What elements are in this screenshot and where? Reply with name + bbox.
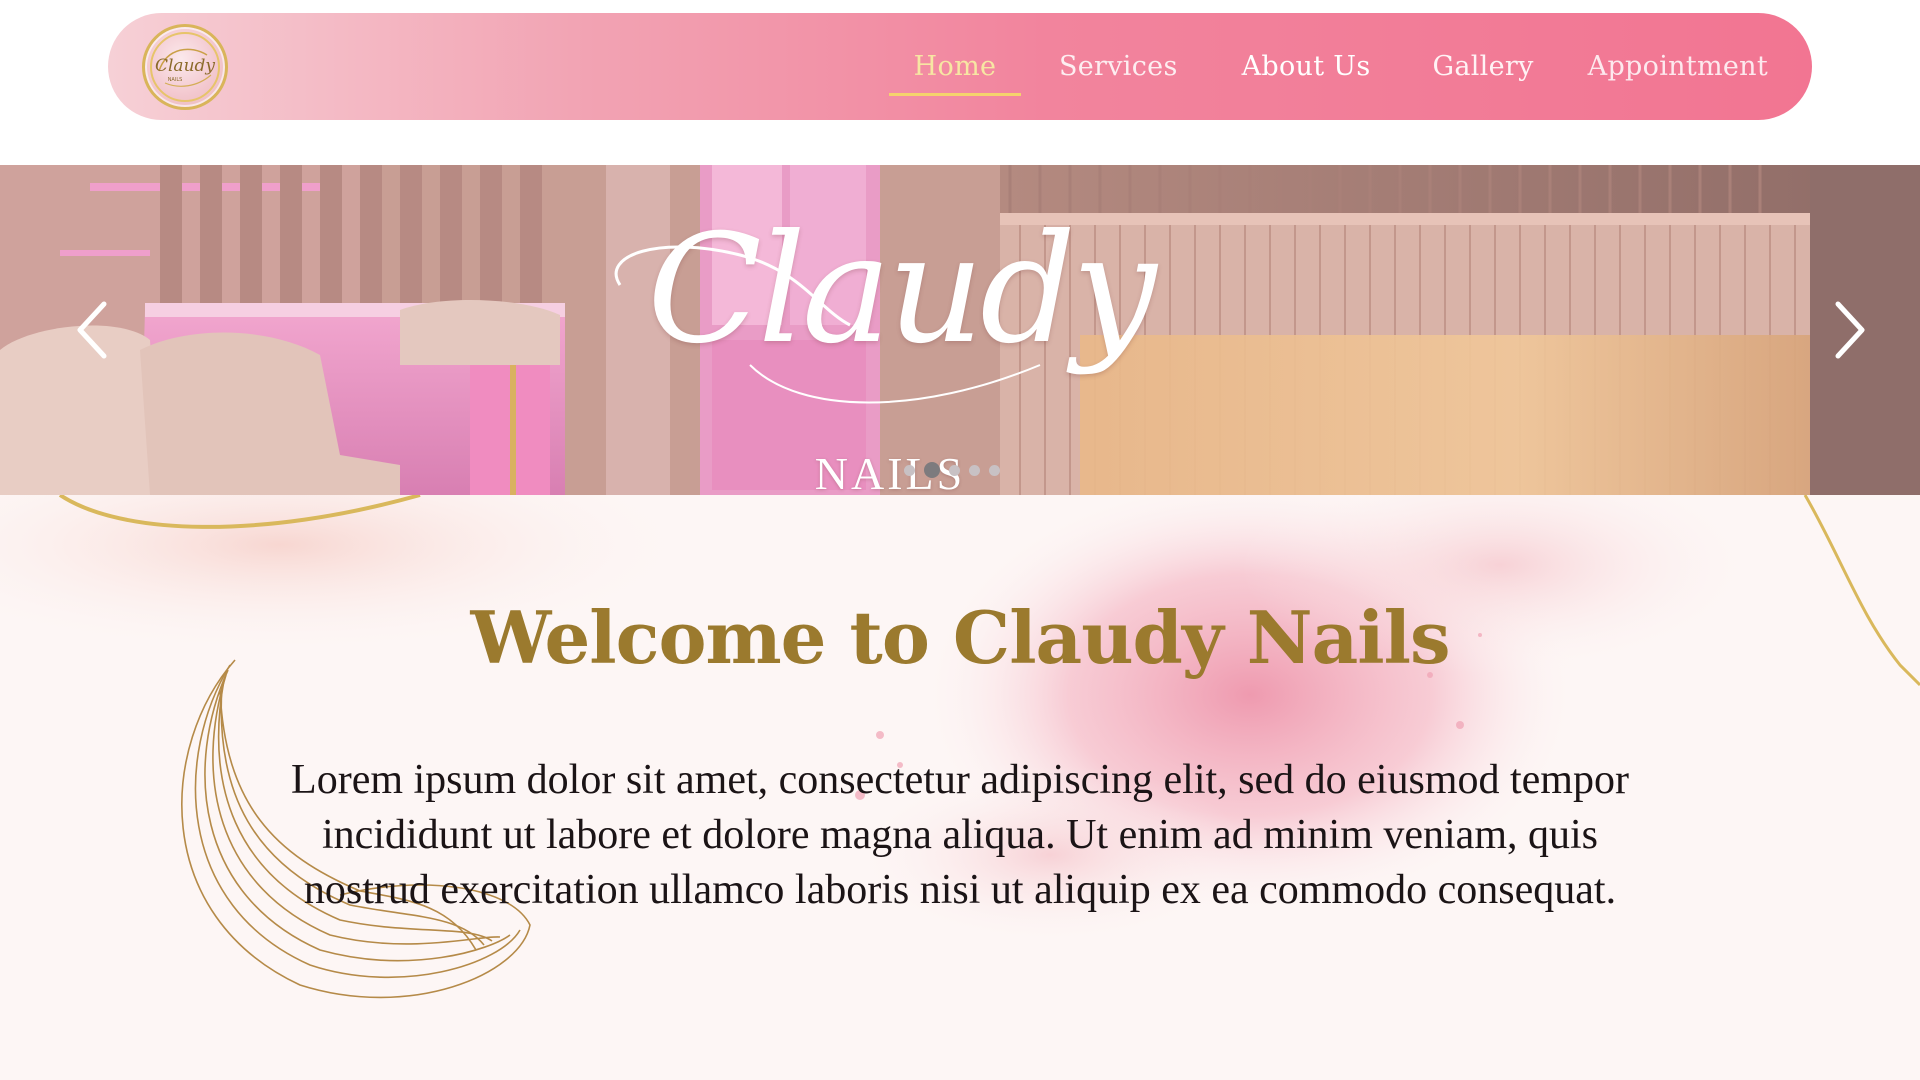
- hero-brand-logo: Claudy NAILS: [600, 215, 1180, 495]
- navbar: Claudy NAILS Home Services About Us Gall…: [108, 13, 1812, 120]
- brand-logo[interactable]: Claudy NAILS: [142, 24, 228, 110]
- carousel-next-button[interactable]: [1828, 293, 1872, 367]
- chevron-left-icon: [77, 301, 107, 359]
- page: Claudy NAILS Home Services About Us Gall…: [0, 0, 1920, 1080]
- nav-home[interactable]: Home: [888, 13, 1021, 120]
- svg-text:Claudy: Claudy: [155, 56, 215, 76]
- chevron-right-icon: [1835, 301, 1865, 359]
- flourish-icon: [614, 245, 1041, 404]
- nav-about-us[interactable]: About Us: [1242, 13, 1371, 120]
- carousel-dot-active[interactable]: [924, 462, 940, 478]
- carousel-indicators: [904, 462, 1000, 478]
- nav-services[interactable]: Services: [1059, 13, 1178, 120]
- logo-emblem-icon: Claudy NAILS: [150, 32, 220, 102]
- welcome-title: Welcome to Claudy Nails: [470, 595, 1450, 680]
- hero-subtitle: NAILS: [814, 448, 966, 495]
- carousel-dot[interactable]: [989, 464, 1000, 476]
- nav-gallery[interactable]: Gallery: [1432, 13, 1533, 120]
- main-nav: Home Services About Us Gallery Appointme…: [888, 13, 1768, 120]
- carousel-prev-button[interactable]: [70, 293, 114, 367]
- hero-carousel: Claudy NAILS: [0, 165, 1920, 495]
- welcome-section: Welcome to Claudy Nails Lorem ipsum dolo…: [0, 495, 1920, 1080]
- carousel-dot[interactable]: [949, 464, 960, 476]
- nav-appointment[interactable]: Appointment: [1588, 13, 1768, 120]
- welcome-body-text: Lorem ipsum dolor sit amet, consectetur …: [291, 757, 1629, 913]
- carousel-dot[interactable]: [904, 464, 915, 476]
- svg-text:NAILS: NAILS: [168, 77, 183, 83]
- carousel-dot[interactable]: [969, 464, 980, 476]
